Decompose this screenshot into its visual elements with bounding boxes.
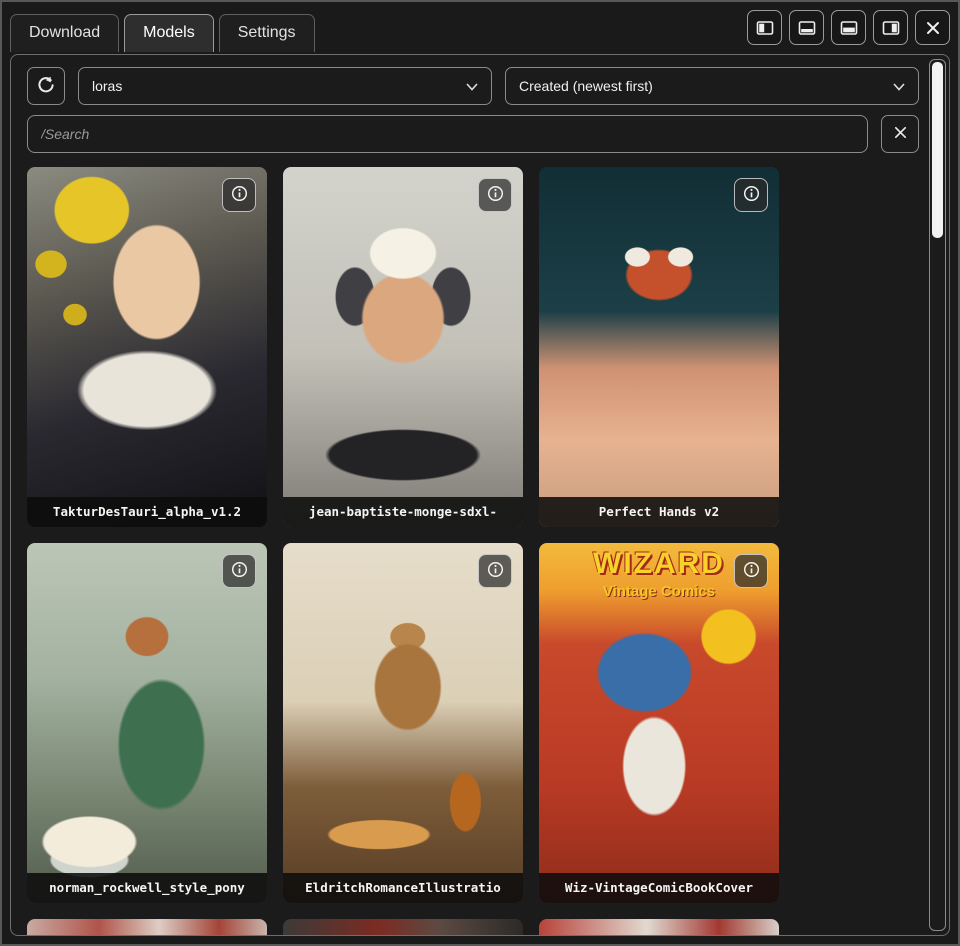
model-card-partial[interactable] [27, 919, 267, 936]
model-card[interactable]: WIZARD Vintage Comics Wiz-VintageComicBo… [539, 543, 779, 903]
model-card[interactable]: norman_rockwell_style_pony [27, 543, 267, 903]
panel-right-toggle-button[interactable] [873, 10, 908, 45]
tab-bar: Download Models Settings [10, 14, 315, 52]
info-icon [743, 561, 760, 581]
app-window: Download Models Settings [0, 0, 960, 946]
model-name: Wiz-VintageComicBookCover [539, 873, 779, 903]
info-button[interactable] [222, 178, 256, 212]
model-name: EldritchRomanceIllustratio [283, 873, 523, 903]
filter-toolbar: loras Created (newest first) [27, 67, 919, 105]
info-button[interactable] [734, 178, 768, 212]
model-thumbnail [539, 167, 779, 527]
model-name: norman_rockwell_style_pony [27, 873, 267, 903]
model-thumbnail [27, 543, 267, 903]
model-card-partial[interactable] [539, 919, 779, 936]
info-button[interactable] [222, 554, 256, 588]
sort-order-value: Created (newest first) [519, 78, 653, 94]
panel-bottom-icon [798, 19, 816, 37]
model-card[interactable]: Perfect Hands v2 [539, 167, 779, 527]
search-toolbar [27, 115, 919, 153]
sort-order-select[interactable]: Created (newest first) [505, 67, 919, 105]
info-icon [487, 561, 504, 581]
close-icon [893, 125, 908, 143]
info-icon [743, 185, 760, 205]
model-thumbnail [283, 543, 523, 903]
search-input[interactable] [27, 115, 868, 153]
info-button[interactable] [734, 554, 768, 588]
model-name: TakturDesTauri_alpha_v1.2 [27, 497, 267, 527]
model-thumbnail [27, 167, 267, 527]
info-button[interactable] [478, 178, 512, 212]
model-category-select[interactable]: loras [78, 67, 492, 105]
tab-download[interactable]: Download [10, 14, 119, 52]
chevron-down-icon [893, 78, 905, 94]
scrollbar-thumb[interactable] [932, 62, 943, 238]
panel-bottom-toggle-button[interactable] [789, 10, 824, 45]
panel-right-icon [882, 19, 900, 37]
model-thumbnail [283, 167, 523, 527]
window-controls [747, 10, 950, 52]
model-thumbnail [539, 919, 779, 936]
chevron-down-icon [466, 78, 478, 94]
info-icon [487, 185, 504, 205]
info-icon [231, 561, 248, 581]
panel-left-toggle-button[interactable] [747, 10, 782, 45]
model-name: Perfect Hands v2 [539, 497, 779, 527]
refresh-icon [36, 75, 56, 98]
model-card[interactable]: jean-baptiste-monge-sdxl- [283, 167, 523, 527]
refresh-button[interactable] [27, 67, 65, 105]
close-button[interactable] [915, 10, 950, 45]
panel-bottom-large-toggle-button[interactable] [831, 10, 866, 45]
close-icon [925, 20, 941, 36]
vertical-scrollbar[interactable] [929, 59, 946, 931]
model-thumbnail [27, 919, 267, 936]
model-name: jean-baptiste-monge-sdxl- [283, 497, 523, 527]
model-thumbnail [283, 919, 523, 936]
model-thumbnail: WIZARD Vintage Comics [539, 543, 779, 903]
info-button[interactable] [478, 554, 512, 588]
model-card-partial[interactable] [283, 919, 523, 936]
model-card[interactable]: TakturDesTauri_alpha_v1.2 [27, 167, 267, 527]
models-panel: loras Created (newest first) [10, 54, 950, 936]
model-grid: TakturDesTauri_alpha_v1.2 jean-baptiste-… [27, 167, 919, 936]
panel-bottom-large-icon [840, 19, 858, 37]
info-icon [231, 185, 248, 205]
model-card[interactable]: EldritchRomanceIllustratio [283, 543, 523, 903]
clear-search-button[interactable] [881, 115, 919, 153]
title-bar: Download Models Settings [2, 2, 958, 52]
model-category-value: loras [92, 78, 122, 94]
tab-models[interactable]: Models [124, 14, 214, 52]
panel-left-icon [756, 19, 774, 37]
tab-settings[interactable]: Settings [219, 14, 315, 52]
